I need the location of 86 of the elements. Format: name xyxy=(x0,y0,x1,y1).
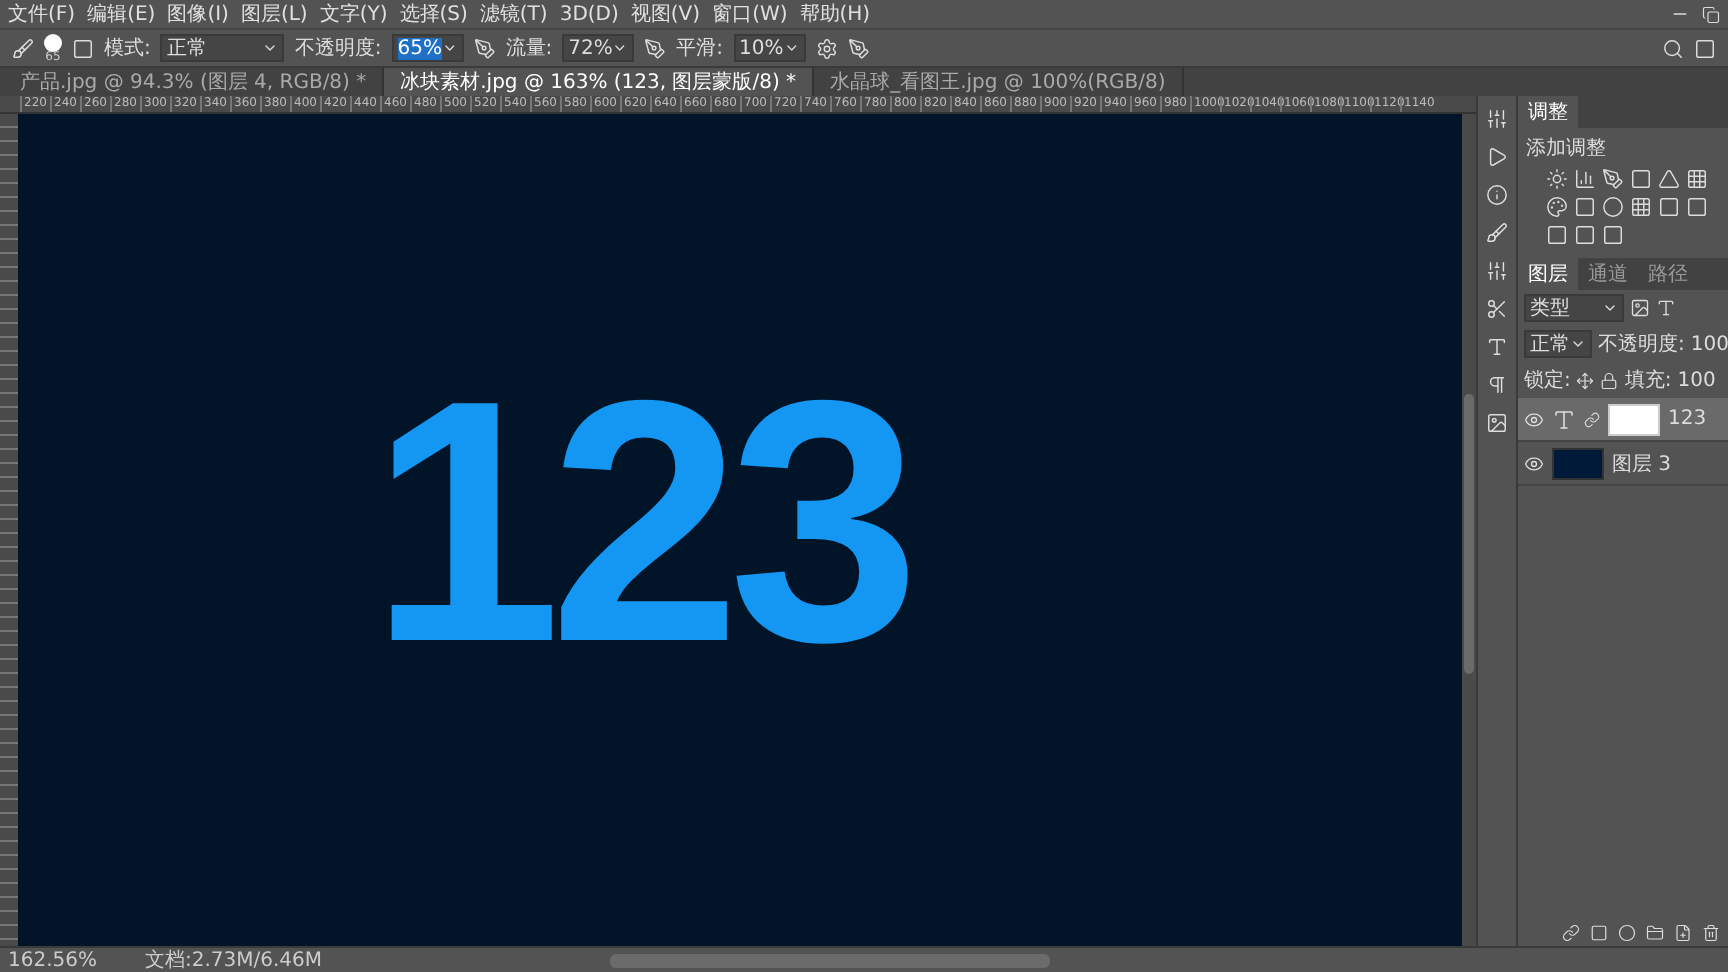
eye-icon[interactable] xyxy=(1524,409,1544,429)
square-icon[interactable] xyxy=(1602,224,1624,246)
panel-title: 添加调整 xyxy=(1524,135,1608,164)
grid-icon[interactable] xyxy=(1630,196,1652,218)
square-icon[interactable] xyxy=(1546,224,1568,246)
opacity-value[interactable]: 100 xyxy=(1690,333,1728,355)
menu-item[interactable]: 图像(I) xyxy=(167,0,229,28)
smoothing-label: 平滑: xyxy=(676,36,723,62)
mode-dropdown[interactable]: 正常 xyxy=(160,34,285,62)
triangle-icon[interactable] xyxy=(1658,168,1680,190)
character-icon[interactable] xyxy=(1486,336,1508,358)
lock-icon[interactable] xyxy=(1600,371,1619,389)
folder-icon[interactable] xyxy=(1646,924,1664,942)
layer-thumbnail xyxy=(1552,447,1604,479)
image-icon[interactable] xyxy=(1486,412,1508,434)
caret-icon xyxy=(612,40,629,56)
layer-name: 图层 3 xyxy=(1612,451,1672,477)
trash-icon[interactable] xyxy=(1702,924,1720,942)
filter-dropdown[interactable]: 类型 xyxy=(1524,294,1624,322)
document-tab[interactable]: 冰块素材.jpg @ 163% (123, 图层蒙版/8) * xyxy=(384,68,815,96)
caret-icon xyxy=(783,40,799,56)
type-filter-icon[interactable] xyxy=(1656,298,1676,318)
menu-item[interactable]: 帮助(H) xyxy=(799,0,871,28)
scissors-icon[interactable] xyxy=(1486,298,1508,320)
menu-item[interactable]: 编辑(E) xyxy=(87,0,156,28)
menu-item[interactable]: 窗口(W) xyxy=(712,0,788,28)
canvas-text: 123 xyxy=(370,330,908,714)
new-layer-icon[interactable] xyxy=(1674,924,1692,942)
move-icon[interactable] xyxy=(1576,371,1595,389)
document-size: 文档:2.73M/6.46M xyxy=(145,947,323,972)
square-icon[interactable] xyxy=(1658,196,1680,218)
info-icon[interactable] xyxy=(1486,184,1508,206)
square-icon[interactable] xyxy=(1590,924,1608,942)
fill-value[interactable]: 100 xyxy=(1677,369,1716,391)
caret-icon xyxy=(1602,300,1618,316)
menu-item[interactable]: 文字(Y) xyxy=(319,0,388,28)
caret-icon xyxy=(1570,336,1586,352)
menu-item[interactable]: 滤镜(T) xyxy=(479,0,548,28)
opacity-label: 不透明度: xyxy=(1598,331,1685,358)
layer-row[interactable]: 图层 3 xyxy=(1518,442,1728,486)
panel-tab[interactable]: 调整 xyxy=(1518,96,1578,128)
square-icon[interactable] xyxy=(1574,224,1596,246)
circle-icon[interactable] xyxy=(1602,196,1624,218)
opacity-label: 不透明度: xyxy=(294,35,382,62)
type-icon xyxy=(1552,407,1576,431)
menu-item[interactable]: 文件(F) xyxy=(8,0,76,28)
brush-icon[interactable] xyxy=(1486,222,1508,244)
layer-name: 123 xyxy=(1668,408,1707,430)
levels-icon[interactable] xyxy=(1574,168,1596,190)
link-icon xyxy=(1584,411,1600,427)
mode-label: 模式: xyxy=(104,35,151,62)
settings-icon[interactable] xyxy=(815,37,837,59)
menu-item[interactable]: 图层(L) xyxy=(240,0,308,28)
palette-icon[interactable] xyxy=(1546,196,1568,218)
menu-item[interactable]: 选择(S) xyxy=(399,0,468,28)
mask-thumbnail xyxy=(1608,403,1660,435)
menu-item[interactable]: 3D(D) xyxy=(559,3,619,25)
blend-mode-dropdown[interactable]: 正常 xyxy=(1524,330,1592,358)
circle-icon[interactable] xyxy=(1618,924,1636,942)
brightness-icon[interactable] xyxy=(1546,168,1568,190)
caret-icon xyxy=(262,40,279,56)
opacity-field[interactable]: 65% xyxy=(391,34,464,62)
layer-row[interactable]: 123 xyxy=(1518,398,1728,442)
zoom-level: 162.56% xyxy=(8,949,97,971)
flow-field[interactable]: 72% xyxy=(562,34,635,62)
menu-item[interactable]: 视图(V) xyxy=(630,0,701,28)
panel-tab[interactable]: 图层 xyxy=(1518,258,1578,290)
restore-icon[interactable] xyxy=(1702,5,1720,23)
lock-label: 锁定: xyxy=(1524,367,1571,394)
vertical-scrollbar[interactable] xyxy=(1462,114,1476,946)
caret-icon xyxy=(441,40,458,56)
square-icon[interactable] xyxy=(1574,196,1596,218)
play-icon[interactable] xyxy=(1486,146,1508,168)
eye-icon[interactable] xyxy=(1524,453,1544,473)
smoothing-field[interactable]: 10% xyxy=(733,34,805,62)
square-icon[interactable] xyxy=(1686,196,1708,218)
search-icon[interactable] xyxy=(1662,37,1684,59)
sliders-icon[interactable] xyxy=(1486,260,1508,282)
brush-tool-icon[interactable] xyxy=(12,37,34,59)
fill-label: 填充: xyxy=(1624,367,1672,394)
horizontal-scrollbar[interactable] xyxy=(610,953,1051,967)
link-icon[interactable] xyxy=(1562,924,1580,942)
paragraph-icon[interactable] xyxy=(1486,374,1508,396)
grid-icon[interactable] xyxy=(1686,168,1708,190)
image-filter-icon[interactable] xyxy=(1630,298,1650,318)
flow-label: 流量: xyxy=(505,35,553,62)
